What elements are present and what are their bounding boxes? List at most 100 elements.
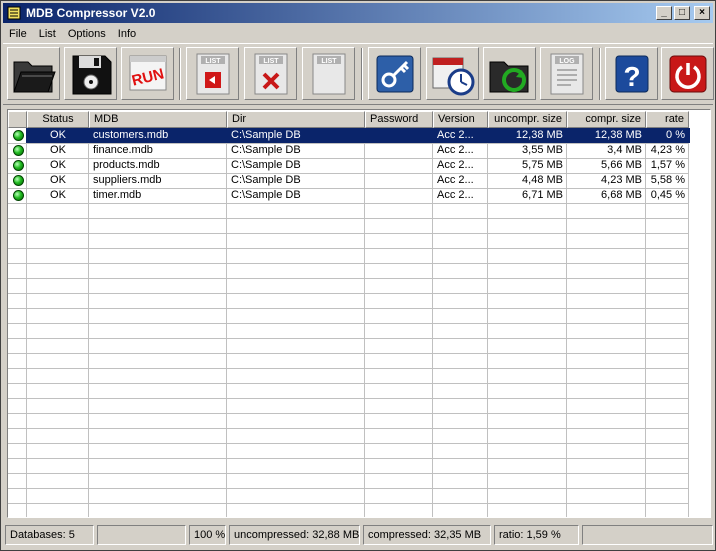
svg-text:?: ? [623, 61, 640, 92]
power-icon [669, 55, 706, 92]
cell-mdb[interactable]: timer.mdb [89, 188, 227, 203]
cell-dir[interactable]: C:\Sample DB [227, 173, 365, 188]
grid-row-line [8, 248, 689, 249]
cell-dir[interactable]: C:\Sample DB [227, 128, 365, 143]
menu-info[interactable]: Info [112, 28, 142, 40]
status-ok-icon [13, 145, 24, 156]
column-header-rate[interactable]: rate [646, 111, 689, 128]
calendar-clock-icon [432, 57, 474, 95]
cell-dir[interactable]: C:\Sample DB [227, 143, 365, 158]
key-icon [376, 55, 413, 92]
save-button[interactable] [64, 47, 117, 100]
cell-uncompr-size[interactable]: 5,75 MB [488, 158, 567, 173]
menu-list[interactable]: List [33, 28, 62, 40]
cell-version[interactable]: Acc 2... [433, 158, 488, 173]
cell-uncompr-size[interactable]: 12,38 MB [488, 128, 567, 143]
cell-version[interactable]: Acc 2... [433, 143, 488, 158]
help-button[interactable]: ? [605, 47, 658, 100]
cell-rate[interactable]: 4,23 % [646, 143, 689, 158]
grid-row-line [8, 218, 689, 219]
cell-compr-size[interactable]: 4,23 MB [567, 173, 646, 188]
grid-row-line [8, 233, 689, 234]
grid-row-line [8, 398, 689, 399]
menu-options[interactable]: Options [62, 28, 112, 40]
list-delete-icon: LIST [254, 53, 287, 94]
grid-row-line [8, 473, 689, 474]
refresh-button[interactable] [483, 47, 536, 100]
cell-password[interactable] [365, 143, 433, 158]
cell-status[interactable]: OK [27, 158, 89, 173]
minimize-button[interactable]: _ [656, 6, 672, 20]
cell-password[interactable] [365, 173, 433, 188]
status-compressed: compressed: 32,35 MB [363, 525, 491, 545]
cell-dir[interactable]: C:\Sample DB [227, 158, 365, 173]
list-add-icon: LIST [196, 53, 229, 94]
menu-bar: File List Options Info [3, 24, 713, 43]
grid-row-line [8, 263, 689, 264]
list-delete-button[interactable]: LIST [244, 47, 297, 100]
run-button[interactable]: RUN [121, 47, 174, 100]
cell-mdb[interactable]: finance.mdb [89, 143, 227, 158]
title-bar[interactable]: MDB Compressor V2.0 _ □ × [3, 3, 713, 23]
status-bar: Databases: 5 100 % uncompressed: 32,88 M… [5, 525, 713, 545]
cell-rate[interactable]: 5,58 % [646, 173, 689, 188]
cell-compr-size[interactable]: 12,38 MB [567, 128, 646, 143]
schedule-button[interactable] [426, 47, 479, 100]
status-databases: Databases: 5 [5, 525, 94, 545]
open-folder-button[interactable] [7, 47, 60, 100]
grid-row-line [8, 353, 689, 354]
status-ok-icon [13, 190, 24, 201]
cell-compr-size[interactable]: 3,4 MB [567, 143, 646, 158]
floppy-disk-icon [72, 55, 111, 94]
grid-row-line [8, 278, 689, 279]
column-header-dir[interactable]: Dir [227, 111, 365, 128]
cell-status[interactable]: OK [27, 173, 89, 188]
cell-mdb[interactable]: products.mdb [89, 158, 227, 173]
main-window: MDB Compressor V2.0 _ □ × File List Opti… [0, 0, 716, 551]
maximize-button[interactable]: □ [674, 6, 690, 20]
status-empty-panel [582, 525, 713, 545]
run-icon: RUN [129, 55, 166, 90]
column-header-mdb[interactable]: MDB [89, 111, 227, 128]
cell-compr-size[interactable]: 6,68 MB [567, 188, 646, 203]
cell-password[interactable] [365, 188, 433, 203]
column-header-uncompr-size[interactable]: uncompr. size [488, 111, 567, 128]
cell-status[interactable]: OK [27, 188, 89, 203]
cell-mdb[interactable]: suppliers.mdb [89, 173, 227, 188]
cell-version[interactable]: Acc 2... [433, 173, 488, 188]
list-label-3: LIST [321, 58, 337, 65]
log-button[interactable]: LOG [540, 47, 593, 100]
cell-status[interactable]: OK [27, 128, 89, 143]
exit-button[interactable] [661, 47, 714, 100]
toolbar: RUN LIST LIST LIST LOG ? [3, 43, 714, 105]
cell-rate[interactable]: 0,45 % [646, 188, 689, 203]
cell-compr-size[interactable]: 5,66 MB [567, 158, 646, 173]
cell-version[interactable]: Acc 2... [433, 188, 488, 203]
column-header-compr-size[interactable]: compr. size [567, 111, 646, 128]
cell-version[interactable]: Acc 2... [433, 128, 488, 143]
app-icon [7, 6, 21, 20]
menu-file[interactable]: File [3, 28, 33, 40]
grid-row-line [8, 413, 689, 414]
log-label: LOG [559, 58, 575, 65]
column-header-version[interactable]: Version [433, 111, 488, 128]
close-button[interactable]: × [694, 6, 710, 20]
list-icon: LIST [312, 53, 345, 94]
cell-mdb[interactable]: customers.mdb [89, 128, 227, 143]
cell-rate[interactable]: 1,57 % [646, 158, 689, 173]
cell-uncompr-size[interactable]: 6,71 MB [488, 188, 567, 203]
column-header-password[interactable]: Password [365, 111, 433, 128]
list-clear-button[interactable]: LIST [302, 47, 355, 100]
cell-password[interactable] [365, 128, 433, 143]
cell-uncompr-size[interactable]: 4,48 MB [488, 173, 567, 188]
grid-row-line [8, 428, 689, 429]
cell-dir[interactable]: C:\Sample DB [227, 188, 365, 203]
cell-rate[interactable]: 0 % [646, 128, 689, 143]
database-grid[interactable]: Status MDB Dir Password Version uncompr.… [7, 109, 711, 518]
column-header-status[interactable]: Status [27, 111, 89, 128]
list-add-button[interactable]: LIST [186, 47, 239, 100]
cell-status[interactable]: OK [27, 143, 89, 158]
cell-password[interactable] [365, 158, 433, 173]
password-button[interactable] [368, 47, 421, 100]
cell-uncompr-size[interactable]: 3,55 MB [488, 143, 567, 158]
